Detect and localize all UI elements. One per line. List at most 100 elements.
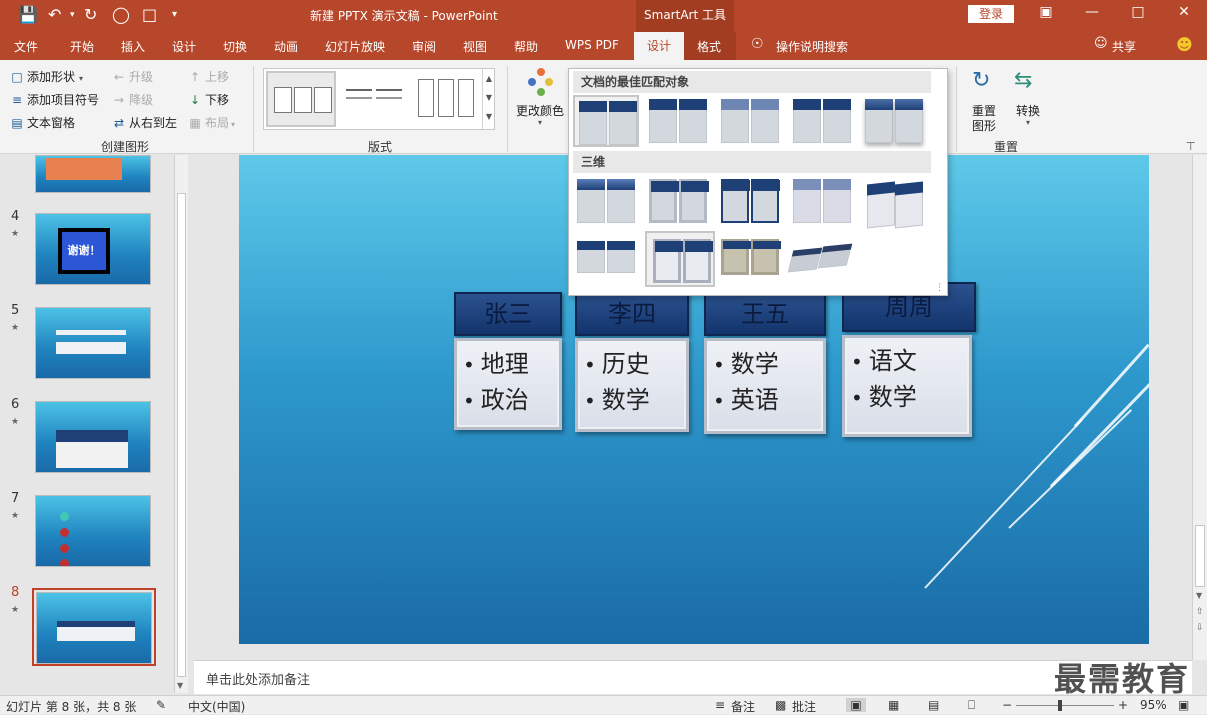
demote-button[interactable]: → 降级: [112, 91, 153, 108]
resize-grip-icon[interactable]: ⋮: [935, 283, 944, 293]
zoom-level[interactable]: 95%: [1140, 698, 1167, 712]
slide-thumbnail-4[interactable]: 谢谢！: [35, 213, 151, 285]
minimize-icon[interactable]: —: [1077, 4, 1107, 20]
style-3d-inset[interactable]: [645, 175, 711, 227]
style-3d-cartoon[interactable]: [717, 175, 783, 227]
slide-thumbnail-5[interactable]: [35, 307, 151, 379]
gallery-scroll[interactable]: ▲ ▼ ▼: [482, 69, 495, 129]
slide-panel-scrollbar[interactable]: ▼: [174, 155, 188, 693]
style-3d-polished[interactable]: [573, 175, 639, 227]
slide-thumbnail-6[interactable]: [35, 401, 151, 473]
style-3d-powder[interactable]: [789, 175, 855, 227]
smartart-body-3[interactable]: 数学 英语: [704, 338, 826, 434]
scroll-down-icon[interactable]: ▼: [177, 681, 183, 690]
style-intense-effect[interactable]: [861, 95, 927, 147]
move-up-label: 上移: [205, 70, 230, 84]
maximize-icon[interactable]: □: [1123, 4, 1153, 20]
style-3d-brick-scene[interactable]: [861, 175, 927, 229]
tab-slideshow[interactable]: 幻灯片放映: [325, 38, 385, 55]
smartart-tools-label: SmartArt 工具: [636, 0, 734, 32]
tab-insert[interactable]: 插入: [121, 38, 145, 55]
tab-review[interactable]: 审阅: [412, 38, 436, 55]
slide-thumbnail-3[interactable]: [35, 155, 151, 193]
slideshow-view-icon[interactable]: ⎕: [968, 698, 975, 713]
undo-dropdown-icon[interactable]: ▾: [70, 10, 75, 20]
smartart-header-3[interactable]: 王五: [704, 292, 826, 336]
tab-help[interactable]: 帮助: [514, 38, 538, 55]
comments-button[interactable]: 批注: [792, 698, 816, 715]
next-slide-icon[interactable]: ⇩: [1196, 623, 1204, 633]
smartart-header-2[interactable]: 李四: [575, 292, 689, 336]
layout-option-1[interactable]: [266, 71, 336, 127]
login-button[interactable]: 登录: [968, 5, 1014, 23]
present-icon[interactable]: ◯: [112, 5, 130, 24]
customize-icon[interactable]: ▾: [172, 9, 177, 20]
zoom-in-icon[interactable]: +: [1118, 698, 1128, 712]
convert-button[interactable]: ⇆ 转换 ▾: [1010, 66, 1050, 136]
slide-sorter-icon[interactable]: ▦: [888, 698, 899, 712]
move-down-button[interactable]: ↓ 下移: [188, 91, 229, 108]
style-white-outline[interactable]: [645, 95, 711, 147]
right-to-left-button[interactable]: ⇄ 从右到左: [112, 114, 177, 131]
scroll-down-icon[interactable]: ▼: [1196, 591, 1202, 600]
smartart-header-1[interactable]: 张三: [454, 292, 562, 336]
style-moderate-effect[interactable]: [789, 95, 855, 147]
change-colors-button[interactable]: 更改颜色 ▾: [514, 66, 568, 136]
tab-smartart-design[interactable]: 设计: [634, 32, 684, 60]
spell-check-icon[interactable]: ✎: [156, 698, 166, 712]
zoom-slider-thumb[interactable]: [1058, 700, 1062, 711]
smartart-body-1[interactable]: 地理 政治: [454, 338, 562, 430]
notes-button[interactable]: 备注: [731, 698, 755, 715]
add-bullet-button[interactable]: ≡ 添加项目符号: [10, 91, 99, 108]
text-pane-button[interactable]: ▤ 文本窗格: [10, 114, 75, 131]
tab-animations[interactable]: 动画: [274, 38, 298, 55]
style-3d-bird-eye-scene[interactable]: [787, 231, 855, 283]
layout-option-2[interactable]: [340, 71, 410, 127]
pin-ribbon-icon[interactable]: ⊤: [1186, 140, 1196, 153]
language-status[interactable]: 中文(中国): [188, 698, 245, 715]
close-icon[interactable]: ✕: [1169, 4, 1199, 20]
edit-area-scrollbar[interactable]: ▼ ⇧ ⇩: [1192, 155, 1207, 660]
smartart-body-2[interactable]: 历史 数学: [575, 338, 689, 432]
previous-slide-icon[interactable]: ⇧: [1196, 607, 1204, 617]
tab-file[interactable]: 文件: [14, 38, 38, 55]
move-up-button[interactable]: ↑ 上移: [188, 68, 229, 85]
tab-design[interactable]: 设计: [172, 38, 196, 55]
notes-pane[interactable]: 单击此处添加备注: [194, 660, 1192, 694]
reset-graphic-button[interactable]: ↻ 重置 图形: [966, 66, 1006, 136]
zoom-out-icon[interactable]: −: [1002, 698, 1012, 712]
new-icon[interactable]: □: [142, 5, 157, 24]
zoom-slider[interactable]: [1016, 705, 1114, 706]
tab-smartart-format[interactable]: 格式: [697, 38, 721, 55]
smartart-body-4[interactable]: 语文 数学: [842, 335, 972, 437]
smiley-icon[interactable]: ☻: [1176, 35, 1193, 54]
tab-home[interactable]: 开始: [70, 38, 94, 55]
layout-button[interactable]: ▦ 布局 ▾: [188, 114, 235, 131]
scroll-thumb[interactable]: [1195, 525, 1205, 587]
style-3d-sunset-scene[interactable]: [717, 231, 783, 283]
slide-thumbnail-7[interactable]: [35, 495, 151, 567]
share-button[interactable]: 共享: [1112, 38, 1136, 55]
normal-view-icon[interactable]: ▣: [846, 698, 866, 712]
style-simple-fill[interactable]: [573, 95, 639, 147]
tell-me-search[interactable]: 操作说明搜索: [776, 38, 848, 55]
slide-thumbnail-8-selected[interactable]: [32, 588, 156, 666]
fit-slide-icon[interactable]: ▣: [1178, 698, 1189, 712]
ribbon-display-icon[interactable]: ▣: [1031, 4, 1061, 20]
style-3d-metallic-scene[interactable]: [645, 231, 715, 287]
promote-button[interactable]: ← 升级: [112, 68, 153, 85]
notes-placeholder[interactable]: 单击此处添加备注: [206, 669, 310, 688]
layout-gallery: ▲ ▼ ▼: [263, 68, 495, 130]
save-icon[interactable]: 💾: [18, 5, 38, 24]
scroll-thumb[interactable]: [177, 193, 186, 677]
style-subtle-effect[interactable]: [717, 95, 783, 147]
tab-transitions[interactable]: 切换: [223, 38, 247, 55]
layout-option-3[interactable]: [412, 71, 482, 127]
undo-icon[interactable]: ↶: [48, 5, 61, 24]
tab-wps-pdf[interactable]: WPS PDF: [565, 38, 619, 52]
tab-view[interactable]: 视图: [463, 38, 487, 55]
reading-view-icon[interactable]: ▤: [928, 698, 939, 712]
redo-icon[interactable]: ↻: [84, 5, 97, 24]
add-shape-button[interactable]: □ 添加形状 ▾: [10, 68, 83, 85]
style-3d-flat-scene[interactable]: [573, 231, 639, 283]
